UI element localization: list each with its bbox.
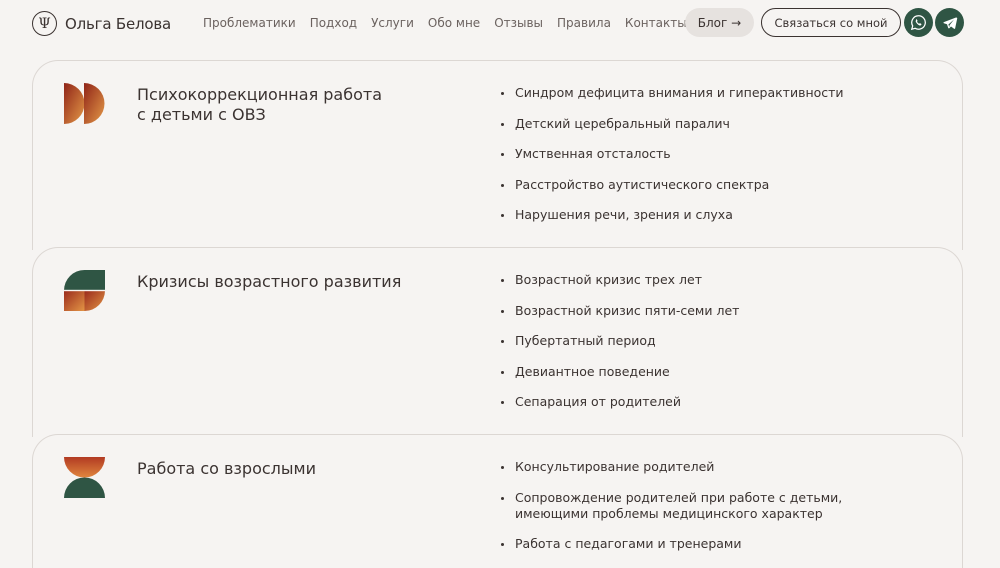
list-item: Работа с педагогами и тренерами — [501, 536, 941, 552]
card-item-list: Синдром дефицита внимания и гиперактивно… — [501, 85, 941, 238]
list-item: Девиантное поведение — [501, 364, 941, 380]
logo[interactable]: Ψ Ольга Белова — [32, 11, 171, 36]
list-item: Детский церебральный паралич — [501, 116, 941, 132]
service-card-adults: Работа со взрослыми Консультирование род… — [32, 434, 963, 568]
main-nav: Проблематики Подход Услуги Обо мне Отзыв… — [203, 0, 701, 46]
card-item-list: Консультирование родителей Сопровождение… — [501, 459, 941, 567]
nav-link-contacts[interactable]: Контакты — [625, 16, 687, 30]
s-shape-icon — [64, 270, 105, 311]
list-item: Сепарация от родителей — [501, 394, 941, 410]
nav-link-reviews[interactable]: Отзывы — [494, 16, 543, 30]
nav-link-approach[interactable]: Подход — [310, 16, 357, 30]
contact-me-button[interactable]: Связаться со мной — [761, 8, 901, 37]
card-title: Работа со взрослыми — [137, 459, 316, 478]
brand-name: Ольга Белова — [65, 14, 171, 33]
whatsapp-icon — [910, 15, 926, 31]
list-item: Умственная отсталость — [501, 146, 941, 162]
list-item: Возрастной кризис трех лет — [501, 272, 941, 288]
card-title: Кризисы возрастного развития — [137, 272, 402, 291]
nav-link-rules[interactable]: Правила — [557, 16, 611, 30]
telegram-icon — [942, 16, 957, 29]
psi-logo-icon: Ψ — [32, 11, 57, 36]
nav-link-problems[interactable]: Проблематики — [203, 16, 296, 30]
list-item: Сопровождение родителей при работе с дет… — [501, 490, 861, 522]
list-item: Нарушения речи, зрения и слуха — [501, 207, 941, 223]
hourglass-icon — [64, 457, 105, 498]
list-item: Расстройство аутистического спектра — [501, 177, 941, 193]
service-card-crises: Кризисы возрастного развития Возрастной … — [32, 247, 963, 437]
whatsapp-button[interactable] — [904, 8, 933, 37]
list-item: Синдром дефицита внимания и гиперактивно… — [501, 85, 941, 101]
list-item: Пубертатный период — [501, 333, 941, 349]
blog-button[interactable]: Блог → — [685, 8, 754, 37]
nav-link-about[interactable]: Обо мне — [428, 16, 480, 30]
site-header: Ψ Ольга Белова Проблематики Подход Услуг… — [0, 0, 1000, 46]
half-circles-icon — [64, 83, 105, 124]
nav-link-services[interactable]: Услуги — [371, 16, 414, 30]
telegram-button[interactable] — [935, 8, 964, 37]
list-item: Консультирование родителей — [501, 459, 941, 475]
service-card-ovz: Психокоррекционная работа с детьми с ОВЗ… — [32, 60, 963, 250]
card-item-list: Возрастной кризис трех лет Возрастной кр… — [501, 272, 941, 425]
list-item: Возрастной кризис пяти-семи лет — [501, 303, 941, 319]
card-title: Психокоррекционная работа с детьми с ОВЗ — [137, 85, 383, 124]
